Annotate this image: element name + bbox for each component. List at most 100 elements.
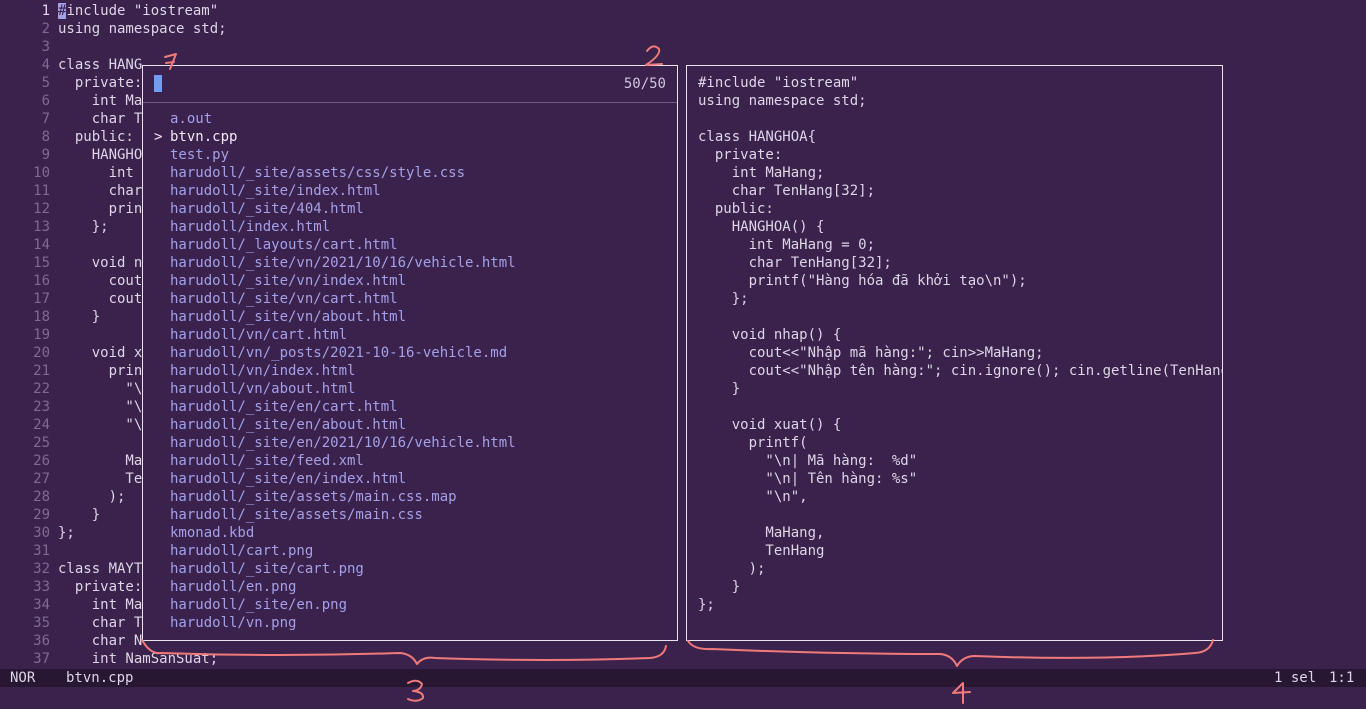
picker-item[interactable]: harudoll/_site/en/index.html <box>143 470 677 488</box>
editor-line[interactable]: 20 void x <box>0 344 142 362</box>
picker-item-path: harudoll/_site/en/2021/10/16/vehicle.htm… <box>170 435 516 451</box>
editor-line[interactable]: 7 char T <box>0 110 143 128</box>
picker-item[interactable]: harudoll/vn/cart.html <box>143 326 677 344</box>
editor-line[interactable]: 13 }; <box>0 218 108 236</box>
line-code: prin <box>58 363 143 379</box>
picker-item[interactable]: harudoll/_site/en.png <box>143 596 677 614</box>
line-number: 18 <box>33 309 50 325</box>
line-number: 20 <box>33 345 50 361</box>
picker-item[interactable]: harudoll/vn/index.html <box>143 362 677 380</box>
picker-item[interactable]: harudoll/_site/assets/main.css.map <box>143 488 677 506</box>
editor-line[interactable]: 9 HANGHO <box>0 146 143 164</box>
picker-item-path: harudoll/_site/vn/cart.html <box>170 291 398 307</box>
command-line <box>0 687 1366 709</box>
picker-item[interactable]: harudoll/_site/404.html <box>143 200 677 218</box>
picker-file-list[interactable]: a.out > btvn.cpp test.py harudoll/_site/asse… <box>143 110 677 632</box>
editor-line[interactable]: 10 int <box>0 164 134 182</box>
picker-item[interactable]: harudoll/_site/vn/2021/10/16/vehicle.htm… <box>143 254 677 272</box>
editor-line[interactable]: 37 int NamSanSuat; <box>0 650 218 668</box>
picker-item[interactable]: harudoll/_site/assets/main.css <box>143 506 677 524</box>
editor-line[interactable]: 17 cout <box>0 290 142 308</box>
editor-line[interactable]: 11 char <box>0 182 142 200</box>
editor-line[interactable]: 18 } <box>0 308 100 326</box>
line-number: 16 <box>33 273 50 289</box>
picker-item[interactable]: harudoll/_layouts/cart.html <box>143 236 677 254</box>
picker-item[interactable]: > btvn.cpp <box>143 128 677 146</box>
editor-line[interactable]: 23 "\ <box>0 398 142 416</box>
picker-item[interactable]: harudoll/_site/vn/cart.html <box>143 290 677 308</box>
editor-line[interactable]: 22 "\ <box>0 380 142 398</box>
picker-item[interactable]: harudoll/_site/en/about.html <box>143 416 677 434</box>
editor-line[interactable]: 3 <box>0 38 58 56</box>
picker-item-path: harudoll/_site/en/cart.html <box>170 399 398 415</box>
picker-item[interactable]: harudoll/vn.png <box>143 614 677 632</box>
editor-line[interactable]: 33 private: <box>0 578 142 596</box>
picker-item[interactable]: harudoll/index.html <box>143 218 677 236</box>
editor-line[interactable]: 1 #include "iostream" <box>0 2 218 20</box>
line-number: 26 <box>33 453 50 469</box>
picker-item-path: harudoll/_layouts/cart.html <box>170 237 398 253</box>
line-number: 17 <box>33 291 50 307</box>
line-number: 22 <box>33 381 50 397</box>
picker-item[interactable]: harudoll/cart.png <box>143 542 677 560</box>
editor-line[interactable]: 35 char T <box>0 614 142 632</box>
status-bar: NOR btvn.cpp 1 sel 1:1 <box>0 669 1366 687</box>
editor-line[interactable]: 28 ); <box>0 488 125 506</box>
picker-search-input[interactable]: 50/50 <box>143 66 677 103</box>
editor-line[interactable]: 12 prin <box>0 200 142 218</box>
preview-line: "\n| Tên hàng: %s" <box>698 471 918 487</box>
preview-line: } <box>698 381 741 397</box>
editor-line[interactable]: 29 } <box>0 506 100 524</box>
editor-line[interactable]: 15 void n <box>0 254 142 272</box>
editor-line[interactable]: 27 Te <box>0 470 142 488</box>
line-code: class HANG <box>58 57 143 73</box>
line-code: } <box>58 309 101 325</box>
preview-line: cout<<"Nhập tên hàng:"; cin.ignore(); ci… <box>698 363 1223 379</box>
preview-line: void xuat() { <box>698 417 842 433</box>
file-picker[interactable]: 50/50 a.out > btvn.cpp test.py harudoll/_sit… <box>142 65 678 641</box>
editor-line[interactable]: 19 <box>0 326 58 344</box>
preview-line: private: <box>698 147 783 163</box>
editor-line[interactable]: 32 class MAYT <box>0 560 142 578</box>
editor-line[interactable]: 4 class HANG <box>0 56 143 74</box>
line-code: char N <box>58 633 143 649</box>
picker-item[interactable]: test.py <box>143 146 677 164</box>
picker-item[interactable]: harudoll/en.png <box>143 578 677 596</box>
picker-item[interactable]: harudoll/vn/about.html <box>143 380 677 398</box>
mode-indicator: NOR <box>10 670 36 686</box>
editor-line[interactable]: 8 public: <box>0 128 134 146</box>
line-code: "\ <box>58 417 143 433</box>
editor-line[interactable]: 6 int Ma <box>0 92 143 110</box>
editor-line[interactable]: 25 <box>0 434 58 452</box>
picker-item[interactable]: a.out <box>143 110 677 128</box>
picker-item[interactable]: harudoll/_site/feed.xml <box>143 452 677 470</box>
preview-line: MaHang, <box>698 525 825 541</box>
line-number: 5 <box>41 75 50 91</box>
picker-item[interactable]: harudoll/_site/en/cart.html <box>143 398 677 416</box>
picker-item[interactable]: harudoll/_site/cart.png <box>143 560 677 578</box>
line-code: class MAYT <box>58 561 143 577</box>
editor-line[interactable]: 26 Ma <box>0 452 142 470</box>
editor-line[interactable]: 36 char N <box>0 632 142 650</box>
line-number: 9 <box>41 147 50 163</box>
picker-item[interactable]: harudoll/_site/vn/index.html <box>143 272 677 290</box>
editor-line[interactable]: 30}; <box>0 524 75 542</box>
editor-line[interactable]: 34 int Ma <box>0 596 142 614</box>
line-number: 8 <box>41 129 50 145</box>
editor-line[interactable]: 14 <box>0 236 58 254</box>
picker-item[interactable]: harudoll/vn/_posts/2021-10-16-vehicle.md <box>143 344 677 362</box>
picker-item[interactable]: harudoll/_site/assets/css/style.css <box>143 164 677 182</box>
editor-line[interactable]: 21 prin <box>0 362 142 380</box>
cursor-position: 1:1 <box>1329 670 1355 686</box>
editor-line[interactable]: 16 cout <box>0 272 142 290</box>
picker-item[interactable]: kmonad.kbd <box>143 524 677 542</box>
line-code: public: <box>58 129 134 145</box>
picker-item[interactable]: harudoll/_site/index.html <box>143 182 677 200</box>
picker-item[interactable]: harudoll/_site/en/2021/10/16/vehicle.htm… <box>143 434 677 452</box>
editor-line[interactable]: 24 "\ <box>0 416 142 434</box>
picker-item-path: harudoll/index.html <box>170 219 331 235</box>
editor-line[interactable]: 2 using namespace std; <box>0 20 227 38</box>
editor-line[interactable]: 31 <box>0 542 58 560</box>
editor-line[interactable]: 5 private: <box>0 74 143 92</box>
picker-item[interactable]: harudoll/_site/vn/about.html <box>143 308 677 326</box>
